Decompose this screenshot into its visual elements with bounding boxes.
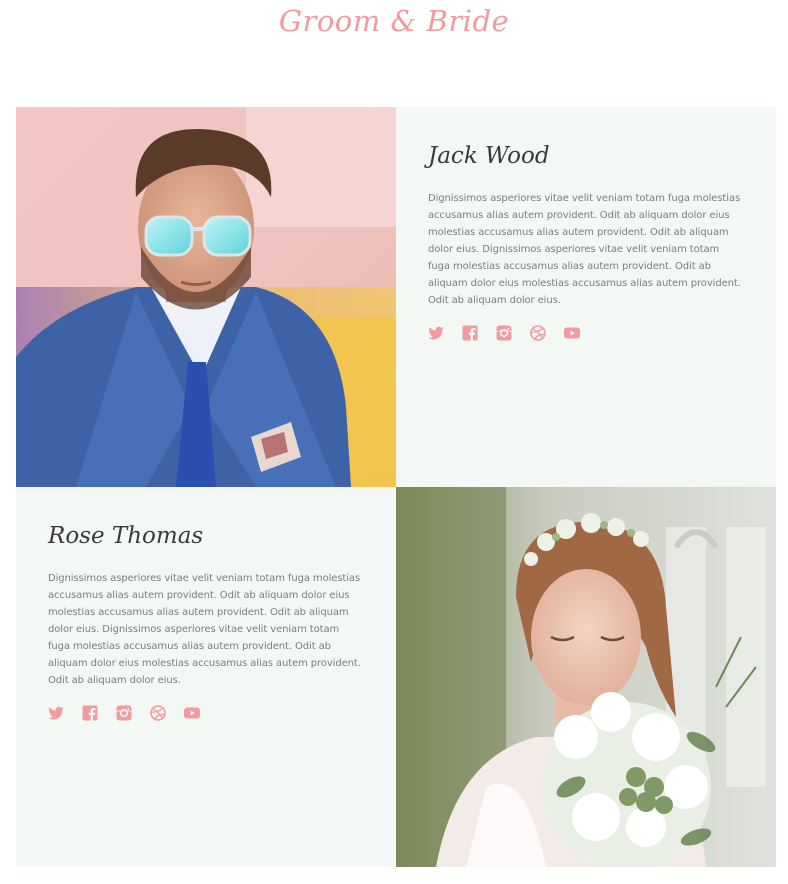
facebook-icon[interactable] (462, 325, 478, 341)
dribbble-icon[interactable] (150, 705, 166, 721)
groom-bride-section: Groom & Bride Jack Wood Dignissimos aspe… (0, 0, 788, 884)
bride-photo (396, 487, 776, 867)
youtube-icon[interactable] (564, 325, 580, 341)
section-title: Groom & Bride (278, 4, 510, 38)
bride-social-links (48, 705, 364, 721)
bride-name: Rose Thomas (48, 523, 204, 549)
groom-social-links (428, 325, 744, 341)
instagram-icon[interactable] (496, 325, 512, 341)
instagram-icon[interactable] (116, 705, 132, 721)
dribbble-icon[interactable] (530, 325, 546, 341)
groom-card: Jack Wood Dignissimos asperiores vitae v… (396, 107, 776, 487)
twitter-icon[interactable] (428, 325, 444, 341)
groom-bio: Dignissimos asperiores vitae velit venia… (428, 193, 741, 306)
facebook-icon[interactable] (82, 705, 98, 721)
bride-bio: Dignissimos asperiores vitae velit venia… (48, 573, 361, 686)
couple-grid: Jack Wood Dignissimos asperiores vitae v… (16, 107, 776, 867)
bride-card: Rose Thomas Dignissimos asperiores vitae… (16, 487, 396, 867)
youtube-icon[interactable] (184, 705, 200, 721)
groom-name: Jack Wood (428, 143, 550, 169)
twitter-icon[interactable] (48, 705, 64, 721)
groom-photo (16, 107, 396, 487)
